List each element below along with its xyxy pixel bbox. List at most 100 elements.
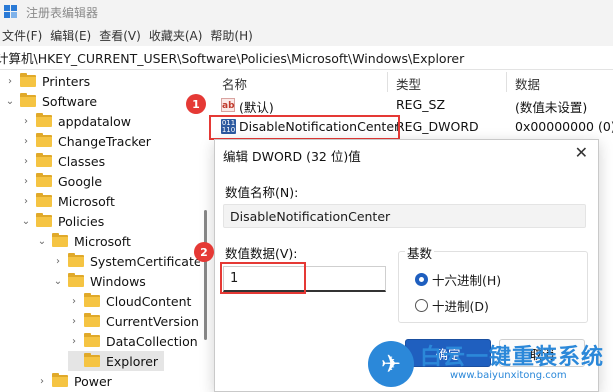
value-type: REG_SZ: [396, 97, 446, 112]
tree-item-label: Windows: [90, 273, 146, 289]
list-row-default[interactable]: ab (默认) REG_SZ (数值未设置): [212, 94, 613, 116]
folder-icon: [84, 313, 100, 327]
folder-icon: [52, 373, 68, 387]
chevron-right-icon[interactable]: ›: [68, 291, 80, 311]
chevron-right-icon[interactable]: ›: [20, 111, 32, 131]
chevron-right-icon[interactable]: ›: [20, 131, 32, 151]
tree-item-cloudcontent[interactable]: › CloudContent: [68, 291, 191, 311]
value-data-label: 数值数据(V):: [225, 246, 298, 261]
tree-item-currentversion[interactable]: › CurrentVersion: [68, 311, 199, 331]
chevron-right-icon[interactable]: ›: [4, 71, 16, 91]
chevron-right-icon[interactable]: ›: [20, 151, 32, 171]
radio-decimal[interactable]: 十进制(D): [415, 296, 489, 315]
tree-item-label: Microsoft: [74, 233, 131, 249]
tree-item-systemcertificates[interactable]: › SystemCertificates: [52, 251, 200, 271]
column-divider[interactable]: [506, 72, 507, 92]
tree-item-printers[interactable]: › Printers: [4, 71, 90, 91]
tree-item-label: Classes: [58, 153, 106, 169]
list-header: 名称 类型 数据: [212, 70, 613, 94]
tree-item-changetracker[interactable]: › ChangeTracker: [20, 131, 151, 151]
step-badge-1: 1: [186, 94, 206, 114]
menu-view[interactable]: 查看(V): [97, 27, 147, 44]
chevron-placeholder: [68, 351, 80, 371]
menu-edit[interactable]: 编辑(E): [48, 27, 97, 44]
title-bar: 注册表编辑器: [0, 0, 613, 24]
close-icon[interactable]: ✕: [575, 143, 588, 162]
chevron-right-icon[interactable]: ›: [20, 171, 32, 191]
folder-icon: [36, 133, 52, 147]
value-type: REG_DWORD: [396, 119, 479, 134]
chevron-right-icon[interactable]: ›: [68, 331, 80, 351]
tree-item-microsoft[interactable]: › Microsoft: [20, 191, 115, 211]
annotation-highlight-input: [220, 262, 306, 294]
tree-item-label: Printers: [42, 73, 91, 89]
folder-icon: [68, 253, 84, 267]
tree-scrollbar[interactable]: [204, 210, 207, 340]
tree-item-label: Software: [42, 93, 98, 109]
tree-item-label: SystemCertificates: [90, 253, 200, 269]
tree-item-label: DataCollection: [106, 333, 198, 349]
tree-item-policies[interactable]: ⌄ Policies: [20, 211, 104, 231]
string-value-icon: ab: [221, 98, 235, 112]
menu-file[interactable]: 文件(F): [0, 27, 48, 44]
tree-item-windows[interactable]: ⌄ Windows: [52, 271, 146, 291]
chevron-right-icon[interactable]: ›: [36, 371, 48, 391]
registry-tree: › Printers ⌄ Software › appdatalow › Cha…: [0, 70, 200, 392]
folder-icon: [36, 113, 52, 127]
chevron-right-icon[interactable]: ›: [20, 191, 32, 211]
tree-item-appdatalow[interactable]: › appdatalow: [20, 111, 131, 131]
chevron-right-icon[interactable]: ›: [68, 311, 80, 331]
menu-favorites[interactable]: 收藏夹(A): [147, 27, 209, 44]
tree-item-label: Microsoft: [58, 193, 115, 209]
column-divider[interactable]: [387, 72, 388, 92]
tree-item-label: CloudContent: [106, 293, 192, 309]
menu-help[interactable]: 帮助(H): [208, 27, 258, 44]
tree-item-explorer[interactable]: Explorer: [68, 351, 164, 371]
tree-item-label: Google: [58, 173, 103, 189]
chevron-right-icon[interactable]: ›: [52, 251, 64, 271]
window-title: 注册表编辑器: [26, 5, 99, 20]
chevron-down-icon[interactable]: ⌄: [20, 211, 32, 231]
tree-item-policies-microsoft[interactable]: ⌄ Microsoft: [36, 231, 131, 251]
registry-editor-icon: [4, 5, 18, 19]
tree-item-power[interactable]: › Power: [36, 371, 112, 391]
address-path[interactable]: 计算机\HKEY_CURRENT_USER\Software\Policies\…: [0, 48, 464, 67]
tree-item-google[interactable]: › Google: [20, 171, 102, 191]
value-name: (默认): [239, 100, 274, 115]
folder-icon: [84, 293, 100, 307]
chevron-down-icon[interactable]: ⌄: [4, 91, 16, 111]
tree-item-label: ChangeTracker: [58, 133, 151, 149]
watermark-url: www.baiyunxitong.com: [450, 370, 567, 381]
column-header-data[interactable]: 数据: [515, 74, 540, 93]
tree-item-datacollection[interactable]: › DataCollection: [68, 331, 198, 351]
tree-item-label: appdatalow: [58, 113, 132, 129]
folder-icon: [36, 193, 52, 207]
watermark-logo: ✈ 白云一键重装系统 www.baiyunxitong.com: [368, 335, 613, 392]
column-header-type[interactable]: 类型: [396, 74, 421, 93]
chevron-down-icon[interactable]: ⌄: [36, 231, 48, 251]
folder-icon: [84, 333, 100, 347]
address-bar[interactable]: 计算机\HKEY_CURRENT_USER\Software\Policies\…: [0, 46, 613, 70]
column-header-name[interactable]: 名称: [222, 74, 247, 93]
radio-checked-icon[interactable]: [415, 273, 428, 286]
base-label: 基数: [405, 243, 435, 262]
folder-icon: [36, 153, 52, 167]
radio-unchecked-icon[interactable]: [415, 299, 428, 312]
radio-dec-label: 十进制(D): [432, 299, 489, 314]
tree-item-label: Policies: [58, 213, 105, 229]
folder-icon: [68, 273, 84, 287]
step-badge-2: 2: [194, 242, 214, 262]
tree-item-software[interactable]: ⌄ Software: [4, 91, 97, 111]
watermark-name: 白云一键重装系统: [420, 345, 605, 370]
radio-hex-label: 十六进制(H): [432, 273, 502, 288]
value-name-field: DisableNotificationCenter: [223, 204, 586, 228]
tree-item-label: Explorer: [106, 353, 159, 369]
value-data: (数值未设置): [515, 100, 588, 115]
chevron-down-icon[interactable]: ⌄: [52, 271, 64, 291]
radio-hex[interactable]: 十六进制(H): [415, 270, 501, 289]
folder-icon: [20, 93, 36, 107]
tree-item-label: CurrentVersion: [106, 313, 199, 329]
menu-bar: 文件(F) 编辑(E) 查看(V) 收藏夹(A) 帮助(H): [0, 24, 613, 46]
folder-icon: [84, 353, 100, 367]
tree-item-classes[interactable]: › Classes: [20, 151, 105, 171]
